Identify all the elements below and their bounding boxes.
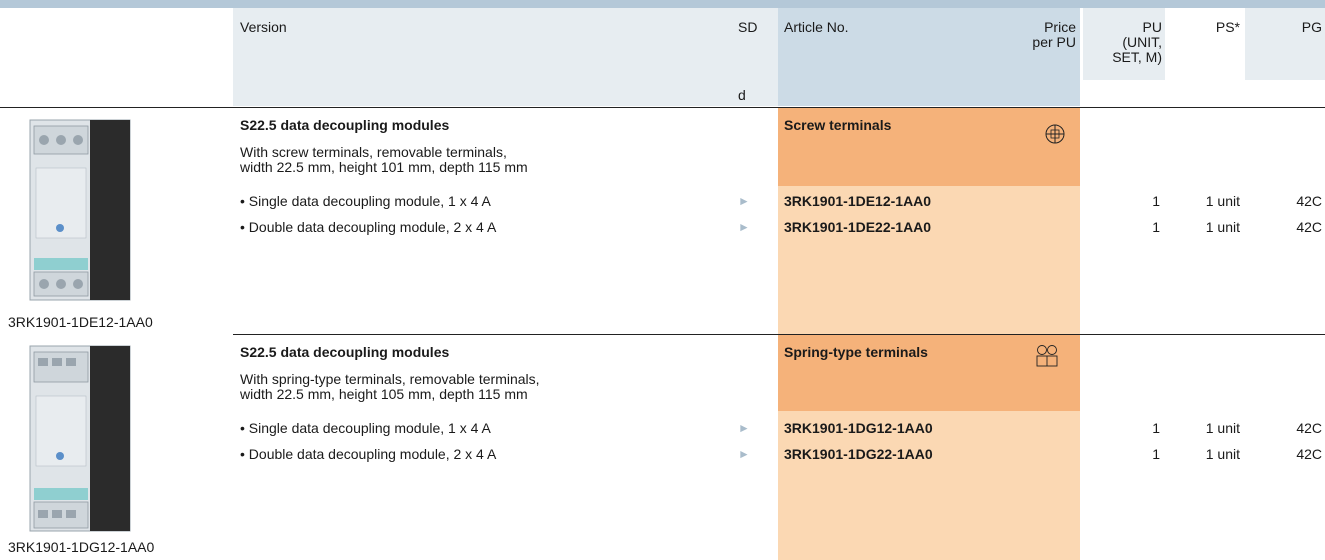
header-version: Version: [240, 19, 287, 35]
table-row-2-sd: ►: [738, 220, 750, 234]
product-image-2: [0, 336, 180, 536]
table-row-3-ps: 1 unit: [1205, 420, 1240, 436]
header-price: Price per PU: [980, 20, 1076, 50]
table-row-2-pg: 42C: [1296, 219, 1322, 235]
table-row-2-article[interactable]: 3RK1901-1DE22-1AA0: [784, 219, 931, 235]
header-pu: PU (UNIT, SET, M): [1080, 20, 1162, 65]
section-desc-2: With spring-type terminals, removable te…: [240, 372, 540, 402]
top-accent-bar: [0, 0, 1325, 8]
table-row-4-pu: 1: [1152, 446, 1160, 462]
header-pu-line2: (UNIT,: [1122, 34, 1162, 50]
table-row-1-article[interactable]: 3RK1901-1DE12-1AA0: [784, 193, 931, 209]
table-row-4-article[interactable]: 3RK1901-1DG22-1AA0: [784, 446, 933, 462]
header-ps: PS*: [1215, 19, 1240, 35]
table-row-1-sd: ►: [738, 194, 750, 208]
section-desc-1: With screw terminals, removable terminal…: [240, 145, 528, 175]
header-separator: [0, 107, 1325, 108]
header-bg-version-lower: [233, 80, 778, 106]
table-row-3-sd: ►: [738, 421, 750, 435]
table-row-2-version: • Double data decoupling module, 2 x 4 A: [240, 219, 497, 235]
table-row-4-pg: 42C: [1296, 446, 1322, 462]
section-desc-2-line2: width 22.5 mm, height 105 mm, depth 115 …: [240, 386, 528, 402]
header-pg: PG: [1301, 19, 1322, 35]
table-row-3-article[interactable]: 3RK1901-1DG12-1AA0: [784, 420, 933, 436]
table-row-1-pu: 1: [1152, 193, 1160, 209]
spring-terminal-icon: [1036, 344, 1058, 373]
table-row-3-pg: 42C: [1296, 420, 1322, 436]
section-title-2: S22.5 data decoupling modules: [240, 344, 450, 360]
terminal-label-1: Screw terminals: [784, 117, 892, 133]
header-sd-sub: d: [738, 87, 746, 103]
section-desc-2-line1: With spring-type terminals, removable te…: [240, 371, 540, 387]
table-row-3-pu: 1: [1152, 420, 1160, 436]
product-image-caption-2: 3RK1901-1DG12-1AA0: [8, 539, 155, 555]
product-image-1: [0, 108, 180, 334]
header-price-line2: per PU: [1032, 34, 1076, 50]
table-row-1-pg: 42C: [1296, 193, 1322, 209]
table-row-4-sd: ►: [738, 447, 750, 461]
table-row-1-version: • Single data decoupling module, 1 x 4 A: [240, 193, 491, 209]
section-title-1: S22.5 data decoupling modules: [240, 117, 450, 133]
section-desc-1-line1: With screw terminals, removable terminal…: [240, 144, 507, 160]
table-row-2-pu: 1: [1152, 219, 1160, 235]
table-row-4-ps: 1 unit: [1205, 446, 1240, 462]
section-separator: [233, 334, 1325, 335]
section-desc-1-line2: width 22.5 mm, height 101 mm, depth 115 …: [240, 159, 528, 175]
product-image-caption-1: 3RK1901-1DE12-1AA0: [8, 314, 153, 330]
table-row-4-version: • Double data decoupling module, 2 x 4 A: [240, 446, 497, 462]
table-row-3-version: • Single data decoupling module, 1 x 4 A: [240, 420, 491, 436]
table-row-2-ps: 1 unit: [1205, 219, 1240, 235]
header-article-no: Article No.: [784, 19, 849, 35]
header-price-line1: Price: [1044, 19, 1076, 35]
terminal-label-2: Spring-type terminals: [784, 344, 928, 360]
table-row-1-ps: 1 unit: [1205, 193, 1240, 209]
screw-terminal-icon: [1044, 123, 1066, 150]
header-pu-line1: PU: [1142, 19, 1162, 35]
header-sd: SD: [738, 19, 758, 35]
header-bg-version: [233, 8, 778, 80]
header-pu-line3: SET, M): [1112, 49, 1162, 65]
